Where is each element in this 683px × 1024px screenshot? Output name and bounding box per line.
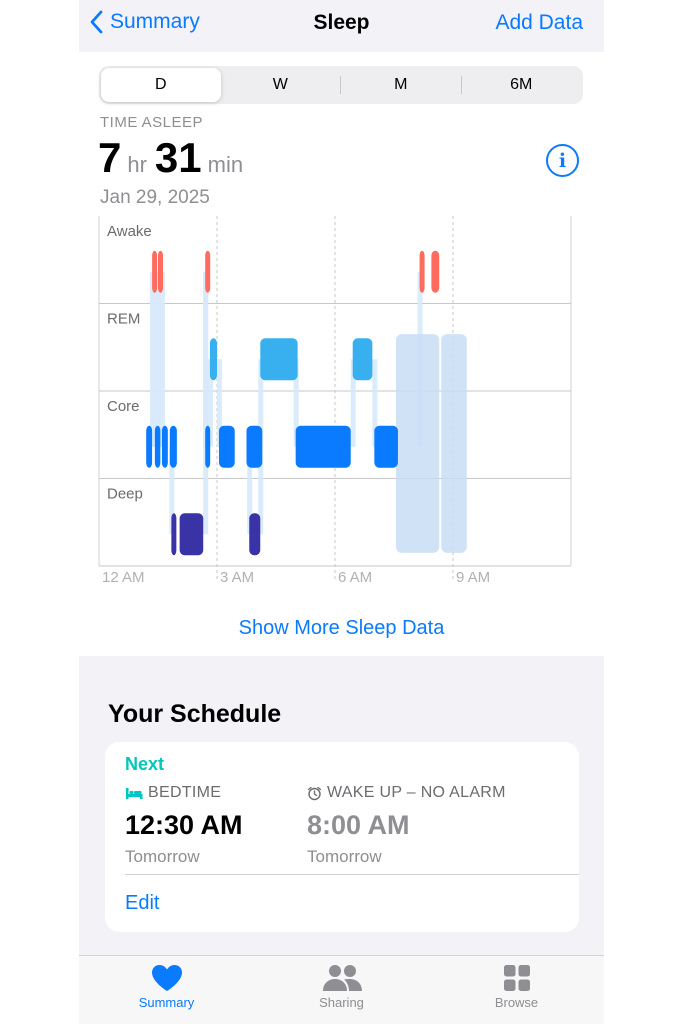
wake-day: Tomorrow [307,847,382,866]
wake-up-label: WAKE UP – NO ALARM [327,784,506,801]
stage-label-deep: Deep [107,486,143,503]
morning-transition-block [395,334,440,553]
schedule-heading: Your Schedule [108,700,282,728]
wake-column: WAKE UP – NO ALARM 8:00 AM Tomorrow [307,784,506,867]
people-icon [322,965,362,991]
heart-icon [151,965,182,991]
add-data-button[interactable]: Add Data [495,11,583,35]
sleep-segment-awake [431,250,440,293]
sleep-segment-core [146,425,153,468]
segment-day[interactable]: D [101,68,221,102]
tab-summary[interactable]: Summary [79,956,254,1024]
tab-summary-label: Summary [138,995,195,1010]
sleep-segment-core [218,425,235,468]
stage-label-rem: REM [107,311,140,328]
x-tick-label: 12 AM [102,569,145,586]
sleep-card: D W M 6M TIME ASLEEP 7 hr 31 min Jan 29,… [79,52,604,656]
period-segmented-control: D W M 6M [99,66,583,104]
morning-transition-block [441,334,467,553]
x-tick-label: 6 AM [338,569,372,586]
nav-bar: Summary Sleep Add Data [79,0,604,52]
tab-sharing[interactable]: Sharing [254,956,429,1024]
segment-week[interactable]: W [221,68,341,102]
tab-browse-label: Browse [494,995,539,1010]
sleep-segment-core [246,425,263,468]
edit-schedule-button[interactable]: Edit [125,892,159,915]
tab-browse[interactable]: Browse [429,956,604,1024]
schedule-card[interactable]: Next BEDTIME 12:30 AM Tomorrow WAKE UP –… [105,742,579,932]
x-tick-label: 9 AM [456,569,490,586]
stage-transition [203,271,209,447]
bedtime-label: BEDTIME [148,784,222,801]
sleep-stages-chart: 12 AM 3 AM 6 AM 9 AM Awake REM Core Deep [98,216,572,586]
sleep-segment-awake [158,250,163,293]
wake-time: 8:00 AM [307,810,410,840]
time-asleep-label: TIME ASLEEP [100,114,204,131]
sleep-segment-deep [179,513,204,556]
info-icon[interactable]: i [546,144,579,177]
sleep-segment-awake [152,250,158,293]
sleep-segment-rem [352,338,373,381]
stage-label-core: Core [107,398,140,415]
stage-transition [159,271,165,447]
bed-icon [126,787,143,799]
sleep-segment-rem [209,338,217,381]
tab-sharing-label: Sharing [319,995,364,1010]
grid-icon [503,965,530,991]
segment-month[interactable]: M [341,68,461,102]
segment-6-months[interactable]: 6M [462,68,582,102]
bedtime-day: Tomorrow [125,847,200,866]
sleep-segment-awake [205,250,211,293]
phone-screen: Summary Sleep Add Data D W M 6M TIME ASL… [79,0,604,1024]
minutes-unit: min [207,152,244,177]
sleep-segment-deep [249,513,261,556]
sleep-segment-rem [260,338,298,381]
sleep-segment-deep [171,513,177,556]
bedtime-time: 12:30 AM [125,810,243,840]
hours-value: 7 [98,134,122,181]
hours-unit: hr [127,152,147,177]
sleep-date: Jan 29, 2025 [100,187,210,208]
bedtime-column: BEDTIME 12:30 AM Tomorrow [125,784,243,867]
time-asleep-value: 7 hr 31 min [98,134,251,182]
sleep-segment-core [161,425,168,468]
sleep-segment-core [169,425,177,468]
sleep-segment-awake [419,250,425,293]
sleep-segment-core [154,425,161,468]
tab-bar: Summary Sharing Browse [79,955,604,1024]
show-more-sleep-data-link[interactable]: Show More Sleep Data [79,617,604,640]
sleep-segment-core [295,425,351,468]
schedule-divider [125,874,579,875]
sleep-segment-core [205,425,211,468]
sleep-segment-core [374,425,398,468]
minutes-value: 31 [154,134,202,181]
x-tick-label: 3 AM [220,569,254,586]
next-label: Next [125,754,165,774]
alarm-clock-icon [307,786,322,800]
stage-label-awake: Awake [107,223,152,240]
